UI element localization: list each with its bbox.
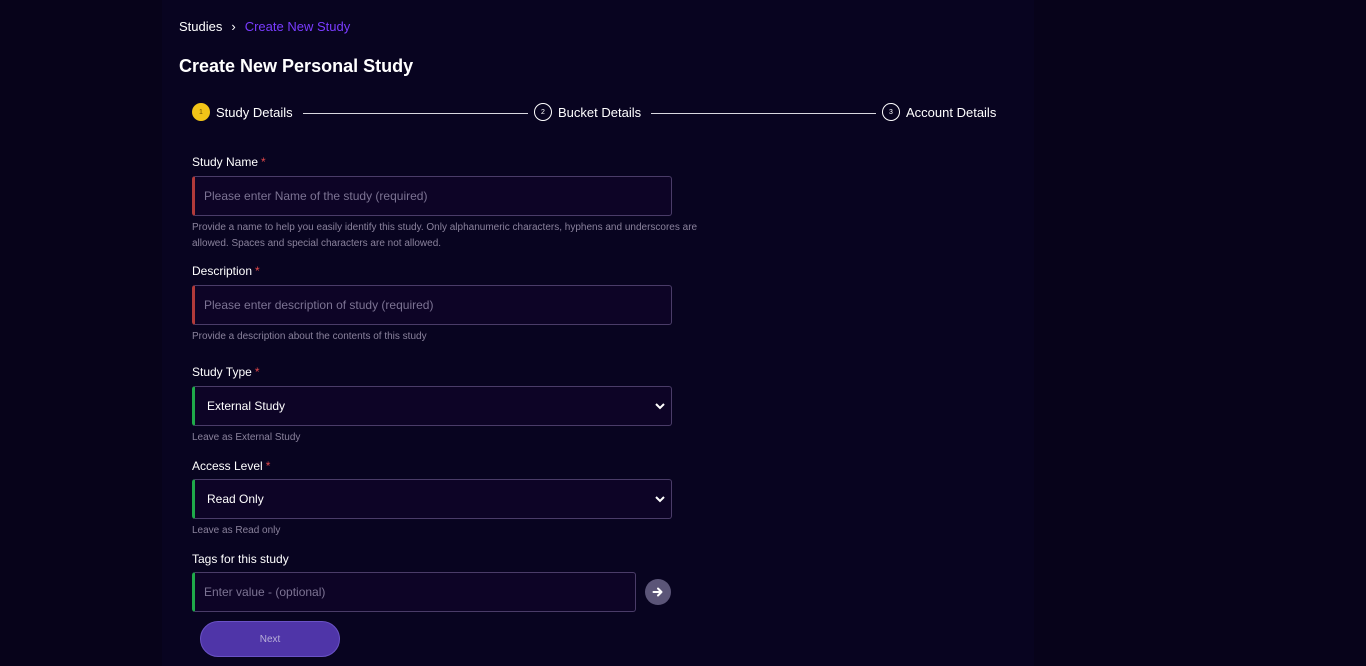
step-study-details: 1 Study Details <box>192 103 293 121</box>
study-name-help-line: Provide a name to help you easily identi… <box>192 222 698 233</box>
description-label: Description * <box>192 264 260 278</box>
breadcrumb-current: Create New Study <box>244 19 351 34</box>
study-type-selected: External Study <box>207 399 286 413</box>
tags-input[interactable] <box>195 585 635 599</box>
stepper: 1 Study Details 2 Bucket Details 3 Accou… <box>192 103 1002 123</box>
study-name-input[interactable] <box>195 189 671 203</box>
access-level-help: Leave as Read only <box>192 525 281 536</box>
chevron-down-icon <box>655 403 665 410</box>
access-level-label-text: Access Level <box>192 459 263 473</box>
study-name-help: Provide a name to help you easily identi… <box>192 220 697 252</box>
required-mark: * <box>255 264 260 278</box>
study-name-label: Study Name * <box>192 155 266 169</box>
next-button[interactable]: Next <box>200 621 340 657</box>
required-mark: * <box>261 155 266 169</box>
breadcrumb: Studies › Create New Study <box>179 19 350 34</box>
breadcrumb-studies-link[interactable]: Studies <box>179 19 222 34</box>
required-mark: * <box>265 459 271 473</box>
study-type-help: Leave as External Study <box>192 432 301 443</box>
access-level-select[interactable]: Read Only <box>192 479 672 519</box>
arrow-right-icon <box>652 587 663 597</box>
step-connector <box>303 113 528 114</box>
step-number-3: 3 <box>882 103 900 121</box>
description-input[interactable] <box>195 298 671 312</box>
step-account-details: 3 Account Details <box>882 103 996 121</box>
description-field <box>192 285 672 325</box>
tags-label: Tags for this study <box>192 552 289 566</box>
step-bucket-details: 2 Bucket Details <box>534 103 641 121</box>
step-number-2: 2 <box>534 103 552 121</box>
description-label-text: Description <box>192 264 253 278</box>
required-mark: * <box>254 365 260 379</box>
step-label: Study Details <box>216 104 293 120</box>
access-level-label: Access Level * <box>192 459 270 473</box>
page-title: Create New Personal Study <box>179 56 414 76</box>
study-type-select[interactable]: External Study <box>192 386 672 426</box>
study-name-label-text: Study Name <box>192 155 259 169</box>
study-name-field <box>192 176 672 216</box>
add-tag-button[interactable] <box>645 579 671 605</box>
study-type-label: Study Type * <box>192 365 260 379</box>
chevron-down-icon <box>655 496 665 503</box>
step-label: Bucket Details <box>558 104 642 120</box>
tags-field <box>192 572 636 612</box>
study-type-label-text: Study Type <box>192 365 252 379</box>
chevron-right-icon: › <box>231 19 236 34</box>
access-level-selected: Read Only <box>207 492 264 506</box>
step-label: Account Details <box>906 104 997 120</box>
description-help: Provide a description about the contents… <box>192 331 427 342</box>
study-name-help-line: allowed. Spaces and special characters a… <box>192 238 442 249</box>
page: Studies › Create New Study Create New Pe… <box>0 0 1366 666</box>
step-connector <box>651 113 876 114</box>
step-number-1: 1 <box>192 103 210 121</box>
